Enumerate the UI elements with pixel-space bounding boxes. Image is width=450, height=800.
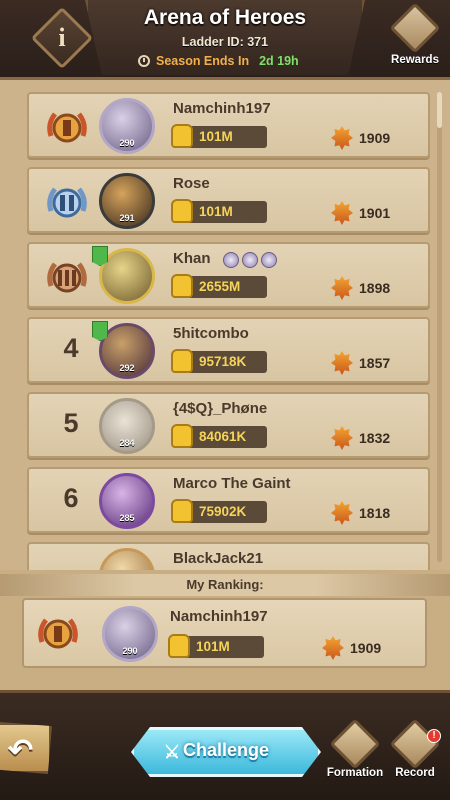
clock-icon <box>138 55 150 67</box>
fist-icon <box>171 499 193 523</box>
badge-icon <box>261 252 277 268</box>
list-scrollbar[interactable] <box>437 92 442 562</box>
player-name: Namchinh197 <box>170 608 268 625</box>
season-label: Season Ends In <box>156 54 250 68</box>
player-name: 5hitcombo <box>173 325 249 342</box>
power-box: 2655M <box>171 274 267 298</box>
fist-icon <box>168 634 190 658</box>
player-name: Marco The Gaint <box>173 475 291 492</box>
trophy-icon <box>322 636 344 660</box>
trophy-icon <box>331 426 353 450</box>
fist-icon <box>171 424 193 448</box>
avatar-level: 291 <box>119 213 135 223</box>
power-box: 95718K <box>171 349 267 373</box>
promotion-tag-icon <box>92 246 108 266</box>
fist-icon <box>171 124 193 148</box>
trophy-score: 1818 <box>359 505 391 521</box>
fist-icon <box>171 199 193 223</box>
record-scroll-icon <box>389 718 441 770</box>
avatar-level: 285 <box>119 513 135 523</box>
alert-badge: ! <box>427 729 441 743</box>
trophy-score: 1857 <box>359 355 391 371</box>
back-arrow-icon: ↶ <box>8 734 34 767</box>
player-name: BlackJack21 <box>173 550 264 567</box>
formation-button[interactable]: Formation <box>327 718 383 782</box>
leaderboard-row[interactable]: Khan 2655M 1898 <box>27 242 430 308</box>
rank-number: 5 <box>63 408 79 438</box>
power-box: 84061K <box>171 424 267 448</box>
avatar[interactable] <box>99 548 155 570</box>
power-box: 101M <box>171 199 267 223</box>
avatar-level: 292 <box>119 363 135 373</box>
power-value: 101M <box>196 639 230 654</box>
leaderboard-row[interactable]: 291 Rose 101M 1901 <box>27 167 430 233</box>
leaderboard-row[interactable]: BlackJack21 <box>27 542 430 570</box>
guild-badges <box>223 252 277 268</box>
power-value: 101M <box>199 129 233 144</box>
fist-icon <box>171 274 193 298</box>
player-name: Namchinh197 <box>173 100 271 117</box>
power-value: 75902K <box>199 504 247 519</box>
trophy-icon <box>331 201 353 225</box>
avatar-level: 290 <box>122 646 138 656</box>
leaderboard-row[interactable]: 6 285 Marco The Gaint 75902K 1818 <box>27 467 430 533</box>
challenge-label: Challenge <box>182 740 270 760</box>
rank-number: 6 <box>63 483 79 513</box>
power-value: 2655M <box>199 279 241 294</box>
leaderboard-row[interactable]: 290 Namchinh197 101M 1909 <box>27 92 430 158</box>
player-name: Khan <box>173 250 211 267</box>
power-box: 75902K <box>171 499 267 523</box>
trophy-icon <box>331 276 353 300</box>
trophy-score: 1909 <box>359 130 391 146</box>
trophy-icon <box>331 501 353 525</box>
avatar-level: 284 <box>119 438 135 448</box>
gold-laurel-icon <box>47 112 87 143</box>
ladder-id: Ladder ID: 371 <box>181 35 269 49</box>
player-name: Rose <box>173 175 210 192</box>
trophy-score: 1832 <box>359 430 391 446</box>
power-value: 101M <box>199 204 233 219</box>
power-box: 101M <box>168 634 264 658</box>
badge-icon <box>242 252 258 268</box>
power-box: 101M <box>171 124 267 148</box>
rewards-button[interactable]: Rewards <box>385 2 445 76</box>
gold-laurel-icon <box>38 618 78 649</box>
badge-icon <box>223 252 239 268</box>
player-name: {4$Q}_Phøne <box>173 400 268 417</box>
rewards-label: Rewards <box>391 54 439 66</box>
page-title: Arena of Heroes <box>143 6 307 29</box>
fist-icon <box>171 349 193 373</box>
power-value: 95718K <box>199 354 247 369</box>
rank-number: 4 <box>63 333 79 363</box>
rewards-icon <box>389 2 441 54</box>
trophy-score: 1909 <box>350 640 382 656</box>
leaderboard-list[interactable]: 290 Namchinh197 101M 1909 291 Rose 101M … <box>0 80 450 570</box>
record-label: Record <box>395 767 435 779</box>
my-ranking-label: My Ranking: <box>186 577 264 592</box>
bronze-laurel-icon <box>47 262 87 293</box>
leaderboard-row[interactable]: 4 292 5hitcombo 95718K 1857 <box>27 317 430 383</box>
season-time: 2d 19h <box>259 54 299 68</box>
power-value: 84061K <box>199 429 247 444</box>
scrollbar-thumb[interactable] <box>437 92 442 128</box>
my-ranking-card[interactable]: 290 Namchinh197 101M 1909 <box>22 598 427 668</box>
trophy-icon <box>331 351 353 375</box>
silver-laurel-icon <box>47 187 87 218</box>
avatar-level: 290 <box>119 138 135 148</box>
formation-label: Formation <box>326 767 384 779</box>
season-countdown: Season Ends In 2d 19h <box>138 52 318 70</box>
formation-icon <box>329 718 381 770</box>
trophy-score: 1898 <box>359 280 391 296</box>
promotion-tag-icon <box>92 321 108 341</box>
trophy-icon <box>331 126 353 150</box>
leaderboard-row[interactable]: 5 284 {4$Q}_Phøne 84061K 1832 <box>27 392 430 458</box>
trophy-score: 1901 <box>359 205 391 221</box>
